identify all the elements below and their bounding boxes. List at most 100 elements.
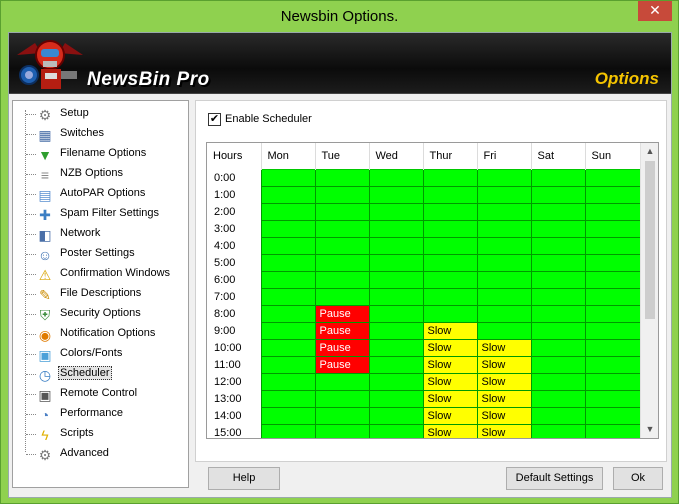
schedule-cell[interactable]	[584, 236, 640, 255]
tree-item-notification-options[interactable]: ◉ Notification Options	[13, 325, 189, 345]
schedule-cell[interactable]	[584, 168, 640, 187]
schedule-cell[interactable]	[314, 202, 370, 221]
schedule-cell[interactable]	[584, 202, 640, 221]
schedule-cell[interactable]	[422, 270, 478, 289]
schedule-cell[interactable]: Slow	[422, 406, 478, 425]
schedule-cell[interactable]	[422, 168, 478, 187]
ok-button[interactable]: Ok	[613, 467, 663, 490]
schedule-cell[interactable]	[260, 253, 316, 272]
schedule-cell[interactable]	[584, 321, 640, 340]
schedule-cell[interactable]	[260, 236, 316, 255]
schedule-cell[interactable]	[584, 423, 640, 438]
schedule-cell[interactable]	[530, 423, 586, 438]
schedule-cell[interactable]	[476, 219, 532, 238]
schedule-cell[interactable]	[314, 253, 370, 272]
schedule-cell[interactable]	[368, 168, 424, 187]
schedule-cell[interactable]: Slow	[422, 423, 478, 438]
tree-item-switches[interactable]: ▦ Switches	[13, 125, 189, 145]
schedule-cell[interactable]	[476, 253, 532, 272]
schedule-cell[interactable]: Pause	[314, 304, 370, 323]
schedule-cell[interactable]: Slow	[476, 389, 532, 408]
schedule-cell[interactable]	[368, 423, 424, 438]
schedule-cell[interactable]	[530, 185, 586, 204]
schedule-cell[interactable]	[368, 355, 424, 374]
schedule-cell[interactable]	[584, 219, 640, 238]
schedule-cell[interactable]	[530, 287, 586, 306]
schedule-cell[interactable]: Slow	[422, 321, 478, 340]
tree-item-network[interactable]: ◧ Network	[13, 225, 189, 245]
schedule-cell[interactable]: Slow	[422, 338, 478, 357]
schedule-cell[interactable]	[260, 321, 316, 340]
schedule-cell[interactable]	[260, 185, 316, 204]
schedule-cell[interactable]	[530, 236, 586, 255]
tree-item-scripts[interactable]: ϟ Scripts	[13, 425, 189, 445]
schedule-cell[interactable]	[260, 355, 316, 374]
schedule-cell[interactable]: Slow	[476, 355, 532, 374]
schedule-cell[interactable]: Slow	[476, 338, 532, 357]
schedule-cell[interactable]	[368, 287, 424, 306]
tree-item-autopar-options[interactable]: ▤ AutoPAR Options	[13, 185, 189, 205]
options-tree[interactable]: ⚙ Setup ▦ Switches ▼ Filename Options ≡ NZB Opt…	[12, 100, 189, 488]
tree-item-confirmation-windows[interactable]: ⚠ Confirmation Windows	[13, 265, 189, 285]
schedule-cell[interactable]	[476, 168, 532, 187]
tree-item-setup[interactable]: ⚙ Setup	[13, 105, 189, 125]
schedule-cell[interactable]	[314, 168, 370, 187]
schedule-cell[interactable]	[314, 423, 370, 438]
schedule-cell[interactable]	[422, 219, 478, 238]
schedule-cell[interactable]: Pause	[314, 321, 370, 340]
vertical-scrollbar[interactable]: ▲ ▼	[640, 143, 658, 438]
tree-item-nzb-options[interactable]: ≡ NZB Options	[13, 165, 189, 185]
tree-item-advanced[interactable]: ⚙ Advanced	[13, 445, 189, 465]
schedule-cell[interactable]	[260, 372, 316, 391]
schedule-cell[interactable]	[260, 304, 316, 323]
tree-item-filename-options[interactable]: ▼ Filename Options	[13, 145, 189, 165]
schedule-cell[interactable]	[584, 355, 640, 374]
tree-item-spam-filter-settings[interactable]: ✚ Spam Filter Settings	[13, 205, 189, 225]
schedule-cell[interactable]	[476, 304, 532, 323]
schedule-cell[interactable]	[368, 372, 424, 391]
schedule-cell[interactable]	[368, 270, 424, 289]
schedule-cell[interactable]	[422, 185, 478, 204]
schedule-cell[interactable]	[584, 253, 640, 272]
schedule-cell[interactable]	[260, 389, 316, 408]
schedule-cell[interactable]	[368, 236, 424, 255]
schedule-cell[interactable]	[422, 202, 478, 221]
schedule-cell[interactable]	[476, 270, 532, 289]
default-settings-button[interactable]: Default Settings	[506, 467, 603, 490]
tree-item-security-options[interactable]: ⛨ Security Options	[13, 305, 189, 325]
schedule-cell[interactable]	[314, 287, 370, 306]
schedule-cell[interactable]	[584, 287, 640, 306]
schedule-cell[interactable]	[530, 355, 586, 374]
checkbox-box[interactable]: ✔	[208, 113, 221, 126]
schedule-cell[interactable]	[368, 202, 424, 221]
schedule-cell[interactable]	[476, 321, 532, 340]
tree-item-scheduler[interactable]: ◷ Scheduler	[13, 365, 189, 385]
tree-item-file-descriptions[interactable]: ✎ File Descriptions	[13, 285, 189, 305]
schedule-cell[interactable]	[260, 338, 316, 357]
scroll-down-arrow-icon[interactable]: ▼	[641, 421, 658, 438]
schedule-cell[interactable]	[368, 185, 424, 204]
schedule-cell[interactable]	[530, 372, 586, 391]
schedule-cell[interactable]	[530, 406, 586, 425]
schedule-cell[interactable]	[422, 253, 478, 272]
schedule-cell[interactable]	[584, 372, 640, 391]
schedule-cell[interactable]	[314, 372, 370, 391]
schedule-cell[interactable]	[584, 338, 640, 357]
schedule-cell[interactable]	[584, 389, 640, 408]
schedule-cell[interactable]	[314, 219, 370, 238]
schedule-cell[interactable]	[368, 304, 424, 323]
schedule-cell[interactable]: Slow	[422, 372, 478, 391]
schedule-cell[interactable]	[476, 185, 532, 204]
schedule-cell[interactable]	[530, 321, 586, 340]
schedule-cell[interactable]	[368, 389, 424, 408]
scroll-thumb[interactable]	[645, 161, 655, 319]
schedule-cell[interactable]	[584, 185, 640, 204]
schedule-cell[interactable]	[314, 406, 370, 425]
schedule-cell[interactable]	[530, 304, 586, 323]
tree-item-poster-settings[interactable]: ☺ Poster Settings	[13, 245, 189, 265]
schedule-cell[interactable]: Slow	[422, 389, 478, 408]
schedule-cell[interactable]	[260, 219, 316, 238]
schedule-cell[interactable]	[314, 270, 370, 289]
schedule-cell[interactable]	[368, 219, 424, 238]
schedule-cell[interactable]	[584, 270, 640, 289]
